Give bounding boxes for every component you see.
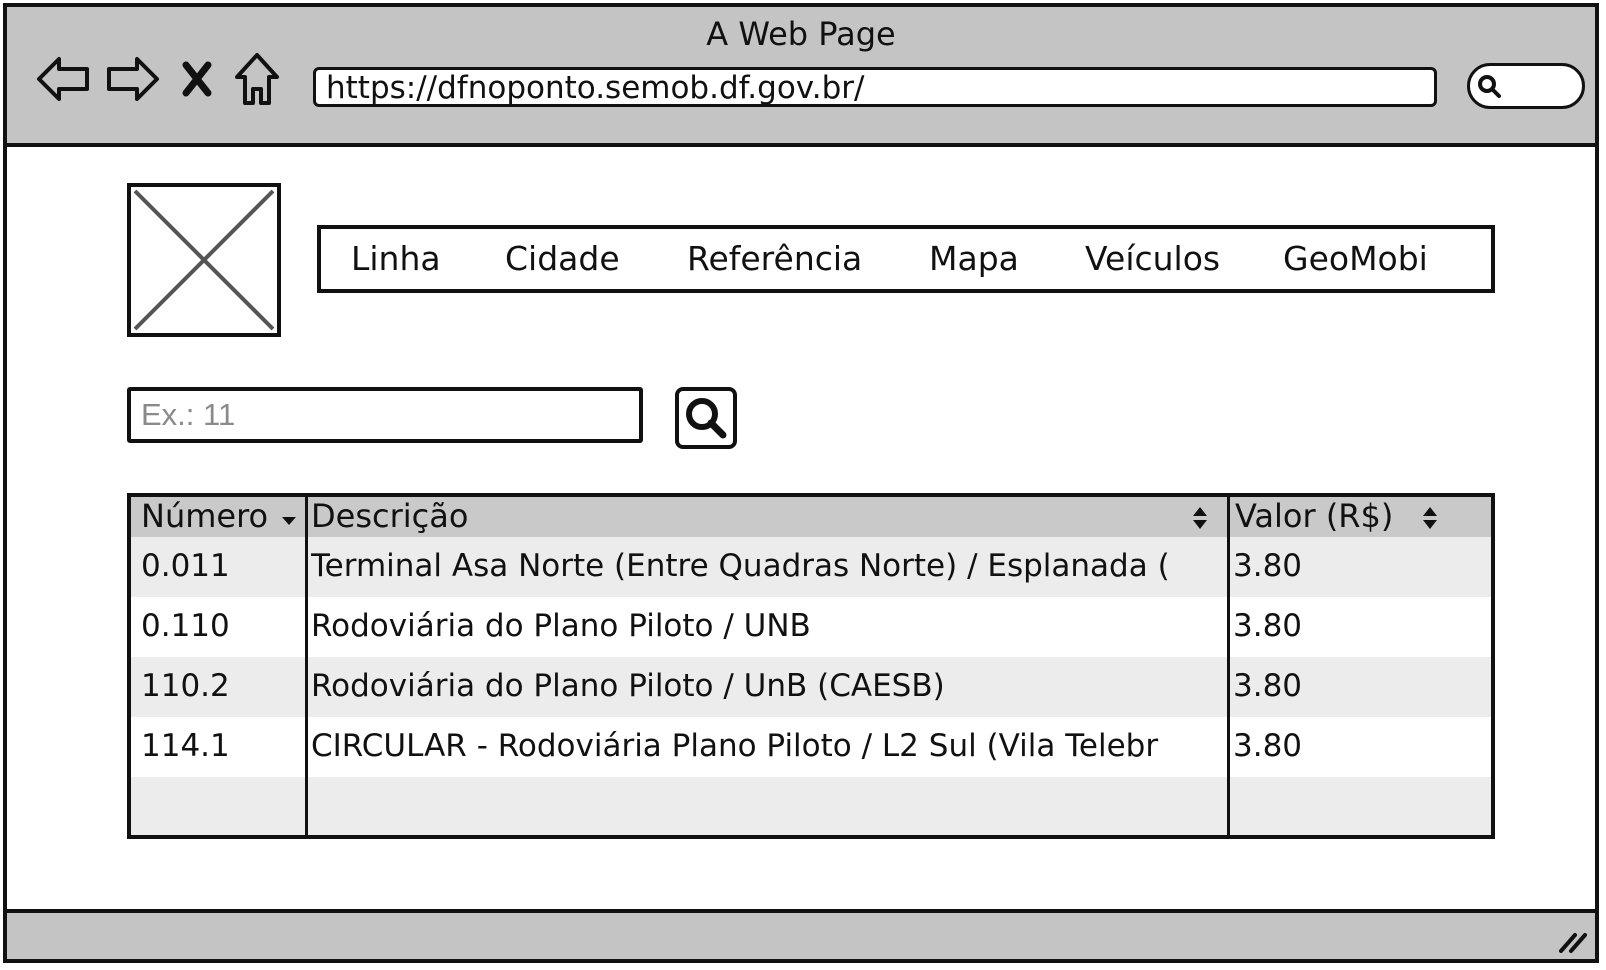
menu-item-mapa[interactable]: Mapa — [929, 239, 1019, 278]
page-content: Linha Cidade Referência Mapa Veículos Ge… — [7, 147, 1595, 879]
url-bar[interactable]: https://dfnoponto.semob.df.gov.br/ — [313, 67, 1437, 107]
cell-descricao: Terminal Asa Norte (Entre Quadras Norte)… — [311, 548, 1170, 584]
lines-table: Número Descrição Valor (R$) 0.011 Termin… — [127, 493, 1495, 839]
cell-valor: 3.80 — [1233, 608, 1303, 644]
browser-window: A Web Page https://dfnoponto.semob.df.go… — [3, 3, 1599, 963]
cell-descricao: Rodoviária do Plano Piloto / UNB — [311, 608, 811, 644]
search-icon — [1478, 75, 1501, 98]
menu-item-referencia[interactable]: Referência — [687, 239, 862, 278]
image-placeholder-icon — [133, 189, 275, 331]
cell-valor: 3.80 — [1233, 728, 1303, 764]
main-menu: Linha Cidade Referência Mapa Veículos Ge… — [317, 225, 1495, 293]
window-title: A Web Page — [706, 15, 896, 53]
column-header-label: Valor (R$) — [1235, 497, 1394, 535]
menu-item-cidade[interactable]: Cidade — [505, 239, 620, 278]
column-header-descricao[interactable]: Descrição — [311, 497, 468, 537]
cell-descricao: Rodoviária do Plano Piloto / UnB (CAESB) — [311, 668, 945, 704]
table-row[interactable]: 0.110 Rodoviária do Plano Piloto / UNB 3… — [131, 597, 1491, 657]
forward-arrow-icon — [107, 57, 159, 101]
sort-both-icon[interactable] — [1421, 505, 1439, 531]
column-header-valor[interactable]: Valor (R$) — [1235, 497, 1393, 537]
forward-button[interactable] — [105, 49, 161, 109]
cell-descricao: CIRCULAR - Rodoviária Plano Piloto / L2 … — [311, 728, 1159, 764]
home-icon — [235, 53, 279, 105]
back-arrow-icon — [37, 57, 89, 101]
search-icon — [686, 398, 727, 439]
table-row-empty — [131, 777, 1491, 835]
sort-both-icon[interactable] — [1191, 505, 1209, 531]
search-button[interactable] — [675, 387, 737, 449]
browser-search-box[interactable] — [1467, 63, 1585, 109]
column-header-label: Descrição — [311, 497, 469, 535]
sort-descending-icon — [282, 517, 297, 525]
line-search-input[interactable] — [127, 387, 643, 443]
resize-grip-icon[interactable] — [1557, 927, 1587, 953]
browser-toolbar: A Web Page https://dfnoponto.semob.df.go… — [7, 7, 1595, 147]
menu-item-geomobi[interactable]: GeoMobi — [1283, 239, 1428, 278]
table-row[interactable]: 110.2 Rodoviária do Plano Piloto / UnB (… — [131, 657, 1491, 717]
table-row[interactable]: 0.011 Terminal Asa Norte (Entre Quadras … — [131, 537, 1491, 597]
status-bar — [7, 909, 1595, 959]
cell-numero: 0.110 — [141, 608, 230, 644]
cell-valor: 3.80 — [1233, 548, 1303, 584]
column-divider — [305, 497, 308, 835]
home-button[interactable] — [229, 49, 285, 109]
menu-item-veiculos[interactable]: Veículos — [1085, 239, 1220, 278]
column-divider — [1227, 497, 1230, 835]
table-header: Número Descrição Valor (R$) — [131, 497, 1491, 537]
cell-valor: 3.80 — [1233, 668, 1303, 704]
cell-numero: 114.1 — [141, 728, 230, 764]
logo-image-placeholder — [127, 183, 281, 337]
stop-button[interactable] — [175, 49, 219, 109]
back-button[interactable] — [35, 49, 91, 109]
column-header-numero[interactable]: Número — [141, 497, 298, 537]
cell-numero: 110.2 — [141, 668, 230, 704]
menu-item-linha[interactable]: Linha — [351, 239, 441, 278]
table-row[interactable]: 114.1 CIRCULAR - Rodoviária Plano Piloto… — [131, 717, 1491, 777]
close-x-icon — [182, 61, 212, 97]
cell-numero: 0.011 — [141, 548, 230, 584]
column-header-label: Número — [141, 497, 269, 535]
